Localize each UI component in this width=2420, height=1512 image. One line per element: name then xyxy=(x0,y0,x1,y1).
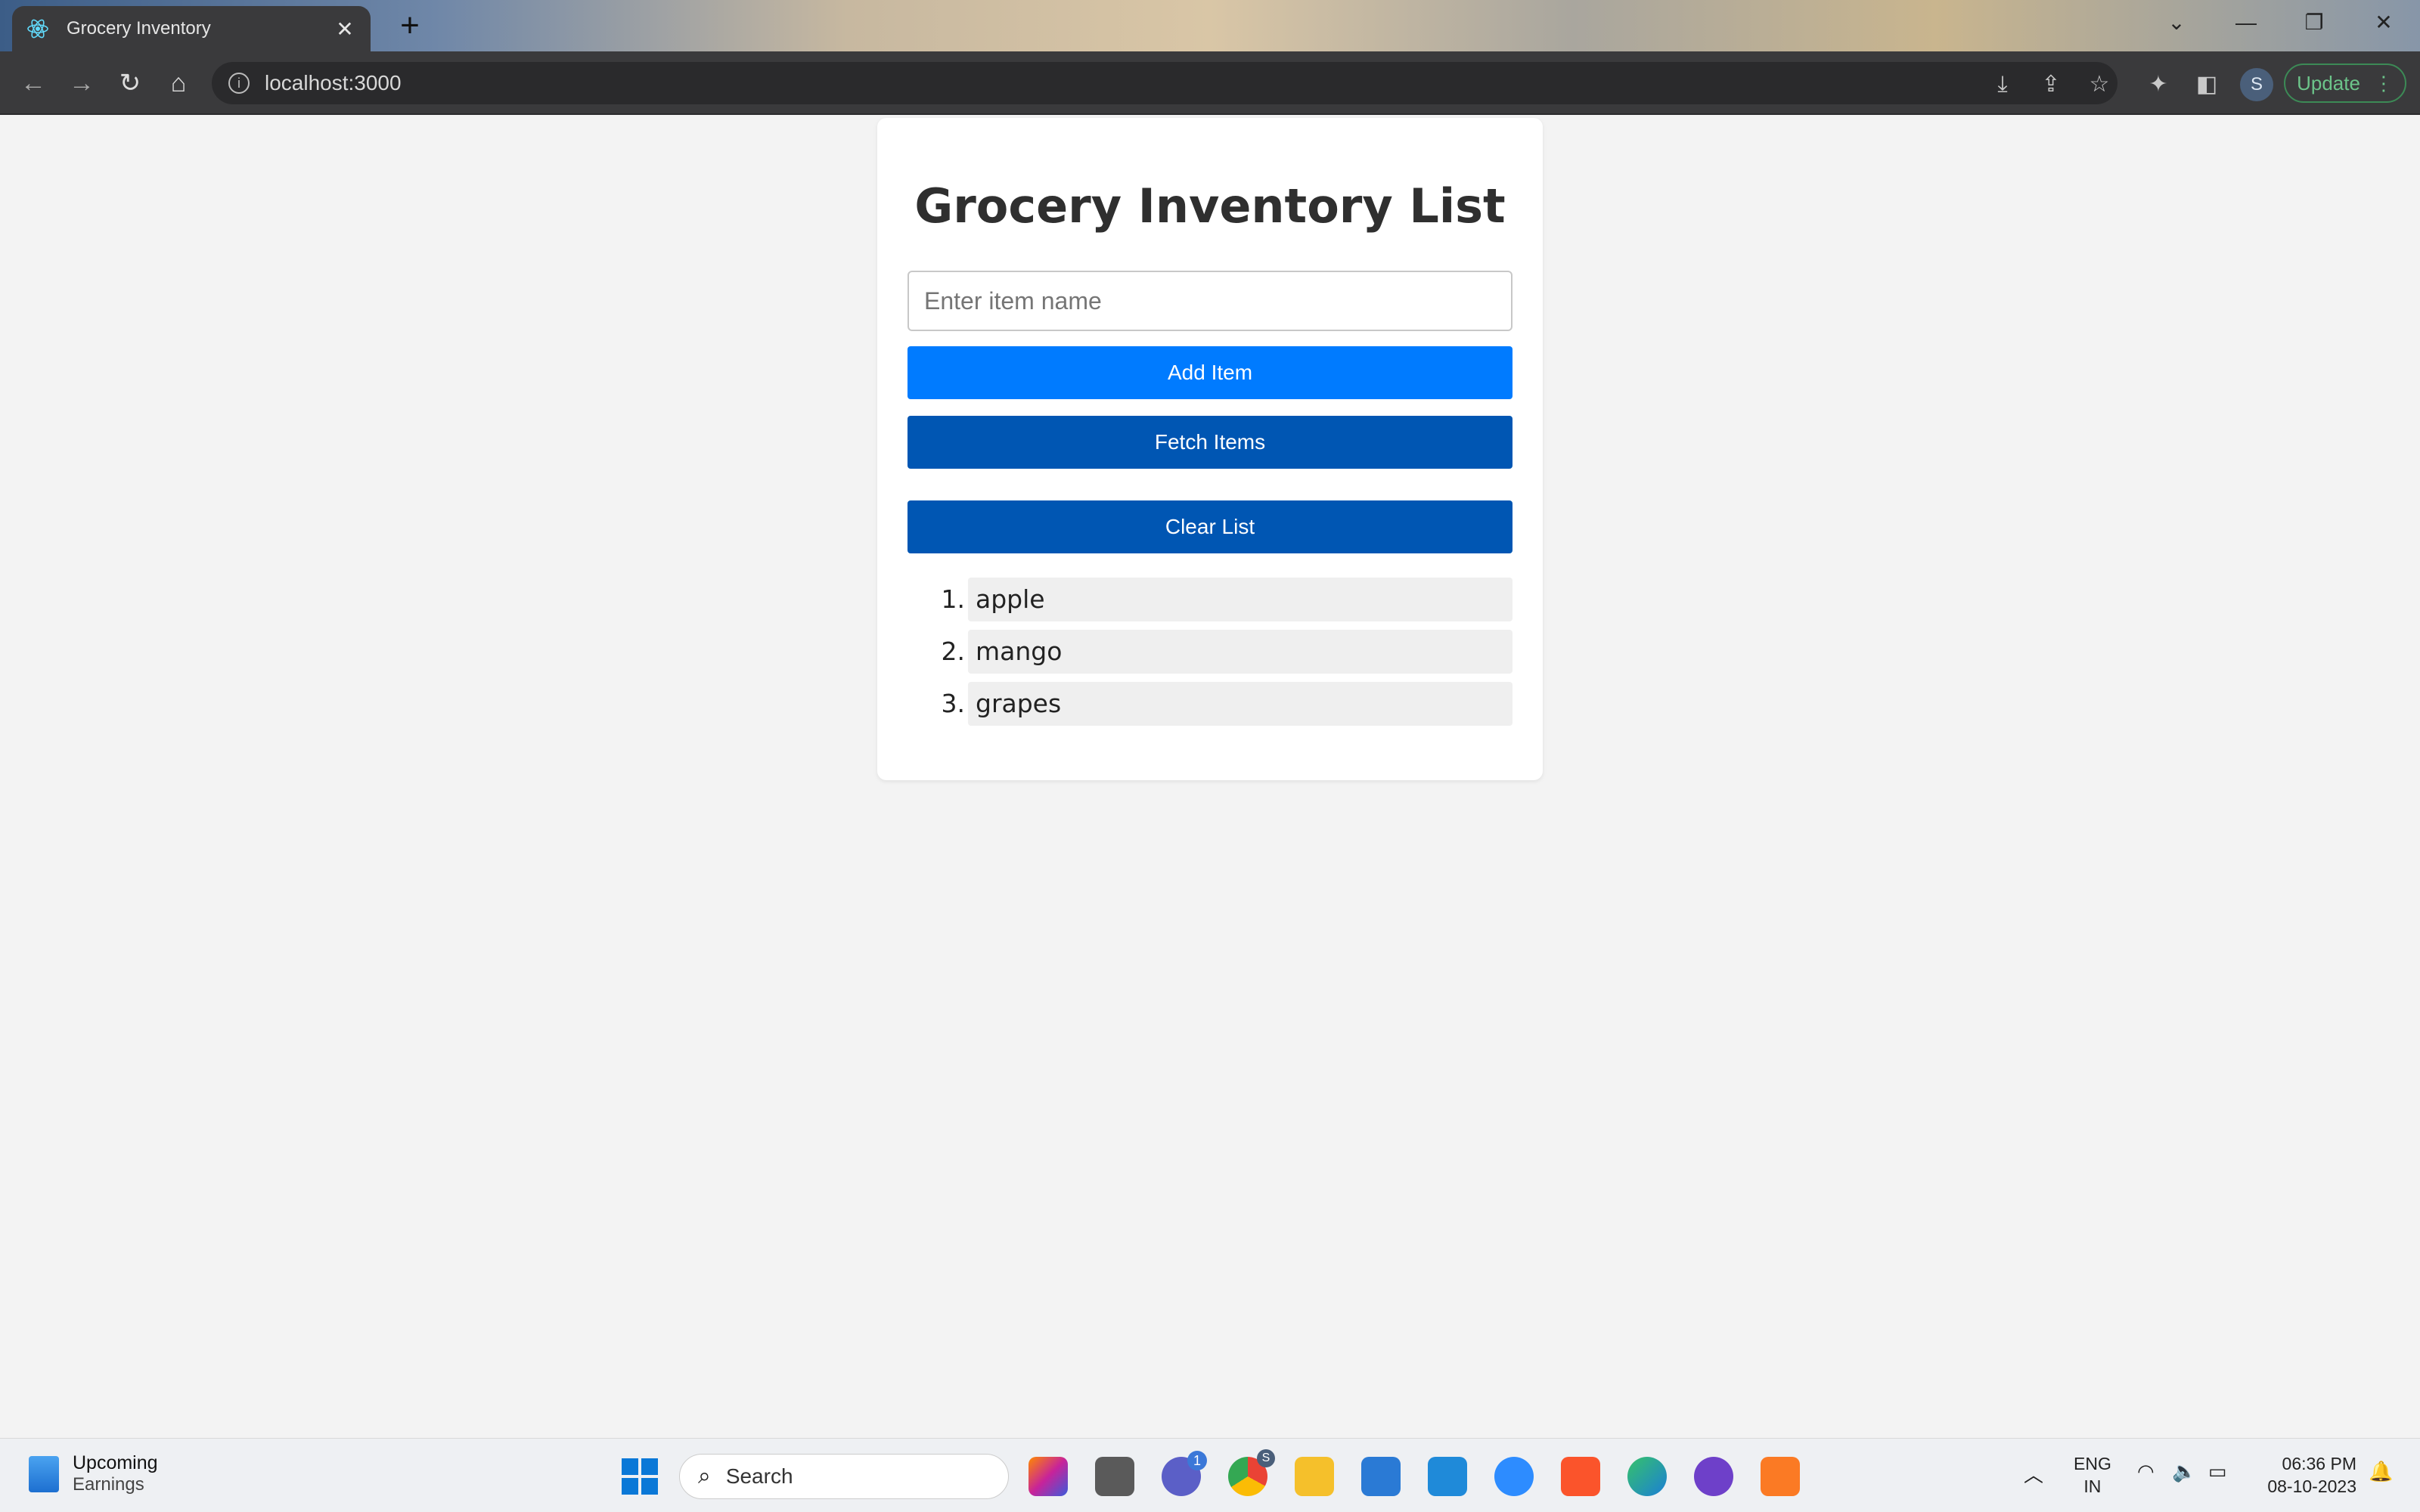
stocks-icon xyxy=(29,1455,59,1492)
windows-taskbar: Upcoming Earnings ⌕ Search 1 S ︿ ENG IN … xyxy=(0,1438,2420,1512)
list-item-number: 2. xyxy=(941,637,966,666)
xampp-icon[interactable] xyxy=(1761,1457,1800,1496)
lang-line2: IN xyxy=(2083,1476,2102,1496)
install-app-icon[interactable]: ⤓ xyxy=(1984,67,2021,103)
page-title: Grocery Inventory List xyxy=(914,178,1506,234)
minimize-button[interactable]: — xyxy=(2223,6,2269,39)
list-item-number: 3. xyxy=(941,689,966,718)
forward-icon[interactable]: → xyxy=(64,65,100,101)
edge-icon[interactable] xyxy=(1627,1457,1667,1496)
grocery-list: 1. apple 2. mango 3. grapes xyxy=(908,578,1512,734)
browser-toolbar: ← → ↻ ⌂ i localhost:3000 ⤓ ⇪ ☆ ✦ ◧ xyxy=(0,51,2420,115)
tab-search-chevron-icon[interactable]: ⌄ xyxy=(2154,6,2199,39)
clock-date: 08-10-2023 xyxy=(2267,1476,2356,1496)
github-desktop-icon[interactable] xyxy=(1694,1457,1733,1496)
address-bar[interactable]: i localhost:3000 xyxy=(212,62,2118,104)
notification-bell-icon[interactable]: 🔔 xyxy=(2369,1460,2393,1483)
search-icon: ⌕ xyxy=(698,1464,711,1489)
brave-icon[interactable] xyxy=(1561,1457,1600,1496)
microsoft-store-icon[interactable] xyxy=(1361,1457,1401,1496)
list-item: 1. apple xyxy=(908,578,1512,621)
windows-start-icon[interactable] xyxy=(622,1458,658,1495)
teams-chat-icon[interactable]: 1 xyxy=(1162,1451,1207,1496)
system-clock[interactable]: 06:36 PM 08-10-2023 xyxy=(2254,1452,2356,1498)
clock-time: 06:36 PM xyxy=(2282,1454,2356,1473)
clipchamp-icon[interactable] xyxy=(1028,1457,1068,1496)
share-icon[interactable]: ⇪ xyxy=(2033,67,2069,103)
update-label: Update xyxy=(2297,71,2360,94)
volume-icon[interactable]: 🔈 xyxy=(2172,1460,2196,1483)
taskbar-search[interactable]: ⌕ Search xyxy=(679,1454,1009,1499)
url-text: localhost:3000 xyxy=(265,71,402,94)
clear-list-button[interactable]: Clear List xyxy=(908,500,1512,553)
list-item-number: 1. xyxy=(941,584,966,614)
add-item-button[interactable]: Add Item xyxy=(908,346,1512,399)
search-label: Search xyxy=(725,1464,793,1488)
widget-title: Upcoming xyxy=(73,1452,158,1473)
reload-icon[interactable]: ↻ xyxy=(112,65,148,101)
menu-dots-icon: ⋮ xyxy=(2373,71,2394,94)
show-hidden-icons-chevron-icon[interactable]: ︿ xyxy=(2024,1460,2043,1488)
list-item-text: mango xyxy=(968,630,1512,674)
update-button[interactable]: Update ⋮ xyxy=(2284,64,2406,103)
language-indicator[interactable]: ENG IN xyxy=(2074,1452,2111,1498)
list-item: 3. grapes xyxy=(908,682,1512,726)
new-tab-button[interactable]: + xyxy=(393,8,427,44)
tab-close-icon[interactable]: ✕ xyxy=(333,17,357,42)
profile-avatar[interactable]: S xyxy=(2240,68,2273,101)
lang-line1: ENG xyxy=(2074,1454,2111,1473)
bookmark-star-icon[interactable]: ☆ xyxy=(2081,67,2118,103)
widget-subtitle: Earnings xyxy=(73,1474,144,1495)
tab-title: Grocery Inventory xyxy=(67,18,211,39)
file-explorer-icon[interactable] xyxy=(1295,1457,1334,1496)
vscode-icon[interactable] xyxy=(1428,1457,1467,1496)
widgets-button[interactable]: Upcoming Earnings xyxy=(29,1452,158,1495)
task-view-icon[interactable] xyxy=(1095,1457,1134,1496)
item-name-input[interactable] xyxy=(908,271,1512,331)
chrome-icon[interactable]: S xyxy=(1228,1449,1275,1496)
fetch-items-button[interactable]: Fetch Items xyxy=(908,416,1512,469)
react-icon xyxy=(27,19,48,39)
restore-button[interactable]: ❐ xyxy=(2291,6,2337,39)
side-panel-icon[interactable]: ◧ xyxy=(2189,67,2225,103)
list-item-text: apple xyxy=(968,578,1512,621)
inventory-card: Grocery Inventory List Add Item Fetch It… xyxy=(877,118,1543,780)
chrome-profile-badge: S xyxy=(1257,1449,1275,1467)
back-icon[interactable]: ← xyxy=(15,65,51,101)
site-info-icon[interactable]: i xyxy=(228,73,250,94)
battery-icon[interactable]: ▭ xyxy=(2208,1460,2227,1483)
browser-tab[interactable]: Grocery Inventory ✕ xyxy=(12,6,371,51)
chat-badge: 1 xyxy=(1187,1451,1207,1470)
wifi-icon[interactable]: ◠ xyxy=(2137,1460,2155,1483)
list-item: 2. mango xyxy=(908,630,1512,674)
home-icon[interactable]: ⌂ xyxy=(160,65,197,101)
extensions-icon[interactable]: ✦ xyxy=(2140,67,2176,103)
browser-titlebar: Grocery Inventory ✕ + ⌄ — ❐ ✕ xyxy=(0,0,2420,51)
zoom-icon[interactable] xyxy=(1494,1457,1534,1496)
close-window-button[interactable]: ✕ xyxy=(2361,6,2406,39)
list-item-text: grapes xyxy=(968,682,1512,726)
